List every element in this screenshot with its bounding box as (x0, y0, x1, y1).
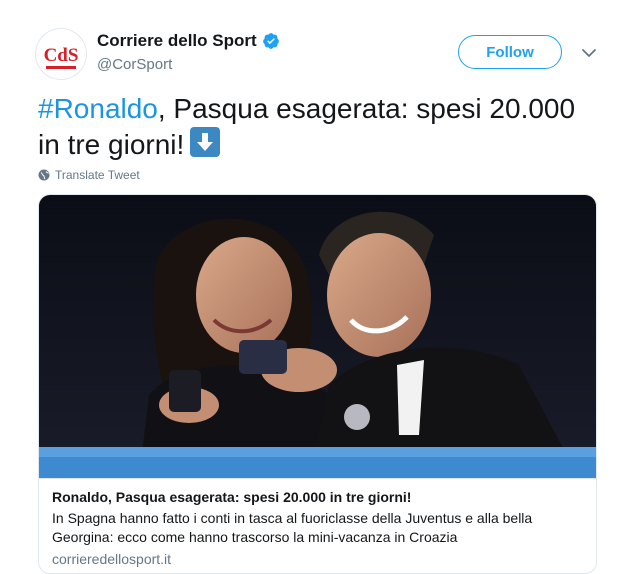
verified-badge-icon (262, 33, 279, 49)
chevron-down-icon[interactable] (580, 44, 598, 62)
hashtag-link[interactable]: #Ronaldo (38, 93, 158, 124)
card-domain: corrieredellosport.it (52, 551, 172, 567)
card-body: Ronaldo, Pasqua esagerata: spesi 20.000 … (39, 478, 596, 569)
display-name[interactable]: Corriere dello Sport (97, 31, 280, 51)
translate-label: Translate Tweet (55, 168, 140, 182)
tweet-text: #Ronaldo, Pasqua esagerata: spesi 20.000… (38, 91, 598, 163)
card-title: Ronaldo, Pasqua esagerata: spesi 20.000 … (52, 489, 412, 505)
card-description: In Spagna hanno fatto i conti in tasca a… (52, 510, 533, 545)
handle[interactable]: @CorSport (97, 56, 172, 73)
globe-icon (38, 169, 50, 181)
link-card[interactable]: Ronaldo, Pasqua esagerata: spesi 20.000 … (38, 194, 597, 574)
down-arrow-emoji-icon (190, 127, 221, 157)
card-image (39, 195, 596, 478)
translate-tweet-link[interactable]: Translate Tweet (38, 168, 140, 182)
avatar[interactable]: CdS (36, 29, 86, 79)
follow-button[interactable]: Follow (458, 35, 562, 69)
cds-logo: CdS (36, 29, 86, 79)
avatar-logo-text: CdS (44, 45, 79, 66)
display-name-text: Corriere dello Sport (97, 31, 257, 50)
